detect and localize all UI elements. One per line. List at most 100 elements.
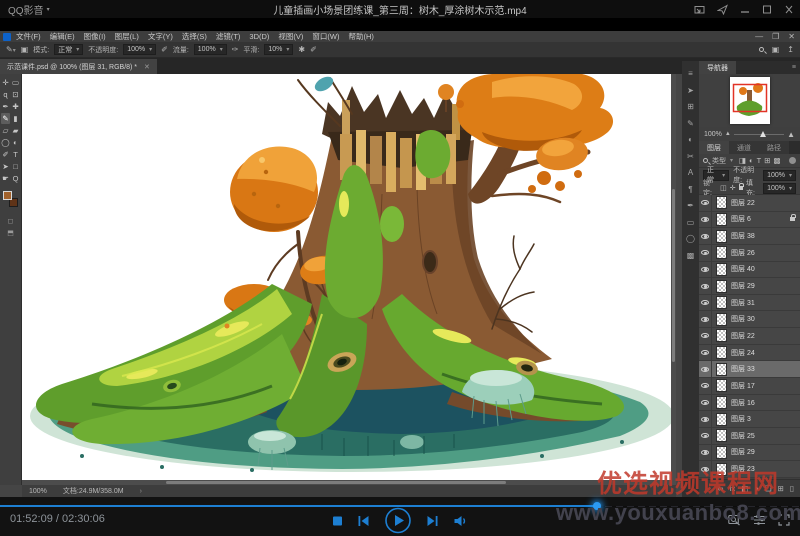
- tab-navigator[interactable]: 导航器: [699, 61, 736, 74]
- swatches-panel-icon[interactable]: ▩: [687, 252, 695, 260]
- layer-row[interactable]: 图层 16: [699, 395, 800, 412]
- pen-tool[interactable]: ✐: [1, 149, 10, 160]
- ps-menu-item[interactable]: 文件(F): [16, 31, 41, 42]
- status-menu-arrow[interactable]: ›: [140, 488, 142, 495]
- layer-thumbnail[interactable]: [716, 263, 727, 276]
- layer-visibility-toggle[interactable]: [699, 395, 712, 411]
- flow-select[interactable]: 100%▾: [194, 44, 227, 55]
- lock-position-icon[interactable]: ✛: [730, 184, 736, 192]
- filter-toggle[interactable]: [789, 157, 796, 164]
- ps-canvas[interactable]: [22, 74, 676, 485]
- crop-tool[interactable]: ⊡: [11, 89, 20, 100]
- layer-visibility-toggle[interactable]: [699, 311, 712, 327]
- screen-mode-icon[interactable]: ⬒: [0, 229, 21, 237]
- dodge-tool[interactable]: ◐: [11, 137, 20, 148]
- lock-transparency-icon[interactable]: ◫: [720, 184, 727, 192]
- ps-menu-item[interactable]: 视图(V): [278, 31, 303, 42]
- layer-row[interactable]: 图层 29: [699, 278, 800, 295]
- ps-menu-item[interactable]: 图像(I): [84, 31, 106, 42]
- filter-kind-icon[interactable]: ⊞: [764, 156, 770, 165]
- eraser-tool[interactable]: ▱: [1, 125, 10, 136]
- layer-row[interactable]: 图层 22: [699, 195, 800, 212]
- canvas-vertical-scrollbar[interactable]: [671, 74, 676, 485]
- share-icon[interactable]: ↥: [787, 45, 794, 54]
- layer-visibility-toggle[interactable]: [699, 295, 712, 311]
- layer-thumbnail[interactable]: [716, 413, 727, 426]
- status-zoom[interactable]: 100%: [29, 488, 47, 495]
- fill-select[interactable]: 100%▾: [763, 183, 796, 194]
- info-panel-icon[interactable]: ▭: [687, 219, 695, 227]
- ps-minimize-button[interactable]: —: [755, 31, 763, 42]
- layer-row[interactable]: 图层 31: [699, 295, 800, 312]
- ps-close-button[interactable]: ✕: [788, 31, 795, 42]
- ps-menu-item[interactable]: 图层(L): [115, 31, 139, 42]
- volume-button[interactable]: [454, 515, 468, 527]
- layer-row[interactable]: 图层 30: [699, 311, 800, 328]
- actions-panel-icon[interactable]: ➤: [687, 87, 694, 95]
- hand-tool[interactable]: ☛: [1, 173, 10, 184]
- shape-tool[interactable]: □: [11, 161, 20, 172]
- tab-channels[interactable]: 通道: [729, 141, 759, 154]
- layer-visibility-toggle[interactable]: [699, 262, 712, 278]
- ps-menu-item[interactable]: 文字(Y): [148, 31, 173, 42]
- video-surface[interactable]: 文件(F)编辑(E)图像(I)图层(L)文字(Y)选择(S)滤镜(T)3D(D)…: [0, 18, 800, 497]
- maximize-button[interactable]: [762, 4, 772, 15]
- layer-thumbnail[interactable]: [716, 230, 727, 243]
- layer-row[interactable]: 图层 25: [699, 428, 800, 445]
- lasso-tool[interactable]: ɋ: [1, 89, 10, 100]
- ps-menu-item[interactable]: 帮助(H): [349, 31, 374, 42]
- opacity-select[interactable]: 100%▾: [123, 44, 156, 55]
- layer-thumbnail[interactable]: [716, 313, 727, 326]
- brush-settings-panel-icon[interactable]: ✎: [687, 120, 694, 128]
- tab-paths[interactable]: 路径: [759, 141, 789, 154]
- layer-thumbnail[interactable]: [716, 329, 727, 342]
- type-tool[interactable]: T: [11, 149, 20, 160]
- layer-thumbnail[interactable]: [716, 396, 727, 409]
- properties-panel-icon[interactable]: ≡: [688, 70, 693, 78]
- ps-menu-item[interactable]: 选择(S): [182, 31, 207, 42]
- zoom-slider-thumb[interactable]: [760, 131, 766, 137]
- blur-tool[interactable]: ◯: [1, 137, 10, 148]
- eyedropper-tool[interactable]: ✒: [1, 101, 10, 112]
- layer-visibility-toggle[interactable]: [699, 278, 712, 294]
- workspace-icon[interactable]: ▣: [772, 45, 780, 54]
- layer-row[interactable]: 图层 3: [699, 411, 800, 428]
- previous-button[interactable]: [358, 515, 370, 527]
- delete-layer-icon[interactable]: ▯: [790, 484, 794, 493]
- layer-thumbnail[interactable]: [716, 246, 727, 259]
- blend-mode-select[interactable]: 正常▾: [54, 44, 83, 55]
- clone-stamp-tool[interactable]: ▮: [11, 113, 20, 124]
- foreground-color-swatch[interactable]: [3, 191, 12, 200]
- tab-close-icon[interactable]: ✕: [144, 63, 150, 71]
- layer-visibility-toggle[interactable]: [699, 195, 712, 211]
- layer-row[interactable]: 图层 26: [699, 245, 800, 262]
- layer-thumbnail[interactable]: [716, 346, 727, 359]
- ps-menu-item[interactable]: 滤镜(T): [216, 31, 241, 42]
- layer-thumbnail[interactable]: [716, 213, 727, 226]
- layer-visibility-toggle[interactable]: [699, 328, 712, 344]
- pressure-size-icon[interactable]: ✐: [310, 45, 317, 54]
- layer-row[interactable]: 图层 17: [699, 378, 800, 395]
- zoom-out-icon[interactable]: ▲: [725, 131, 731, 137]
- document-tab[interactable]: 示范课件.psd @ 100% (图层 31, RGB/8) * ✕: [0, 59, 157, 74]
- filter-kind-icon[interactable]: ◐: [749, 156, 754, 165]
- layer-visibility-toggle[interactable]: [699, 445, 712, 461]
- zoom-tool[interactable]: Q: [11, 173, 20, 184]
- ps-menu-item[interactable]: 3D(D): [249, 32, 269, 41]
- pressure-opacity-icon[interactable]: ✐: [161, 45, 168, 54]
- layer-row[interactable]: 图层 33: [699, 361, 800, 378]
- airbrush-icon[interactable]: ✑: [232, 45, 239, 54]
- snapshot-panel-icon[interactable]: ✂: [687, 153, 694, 161]
- layer-thumbnail[interactable]: [716, 280, 727, 293]
- ps-restore-button[interactable]: ❐: [772, 31, 779, 42]
- filter-kind-icon[interactable]: ▩: [774, 156, 781, 165]
- minimize-button[interactable]: [740, 4, 750, 15]
- brush-tool[interactable]: ✎: [1, 113, 10, 124]
- layer-thumbnail[interactable]: [716, 429, 727, 442]
- color-panel-icon[interactable]: ◯: [686, 235, 695, 243]
- layer-row[interactable]: 图层 29: [699, 445, 800, 462]
- adjustments-panel-icon[interactable]: ⊞: [687, 103, 694, 111]
- layer-thumbnail[interactable]: [716, 446, 727, 459]
- layer-opacity-select[interactable]: 100%▾: [763, 170, 796, 181]
- layer-thumbnail[interactable]: [716, 363, 727, 376]
